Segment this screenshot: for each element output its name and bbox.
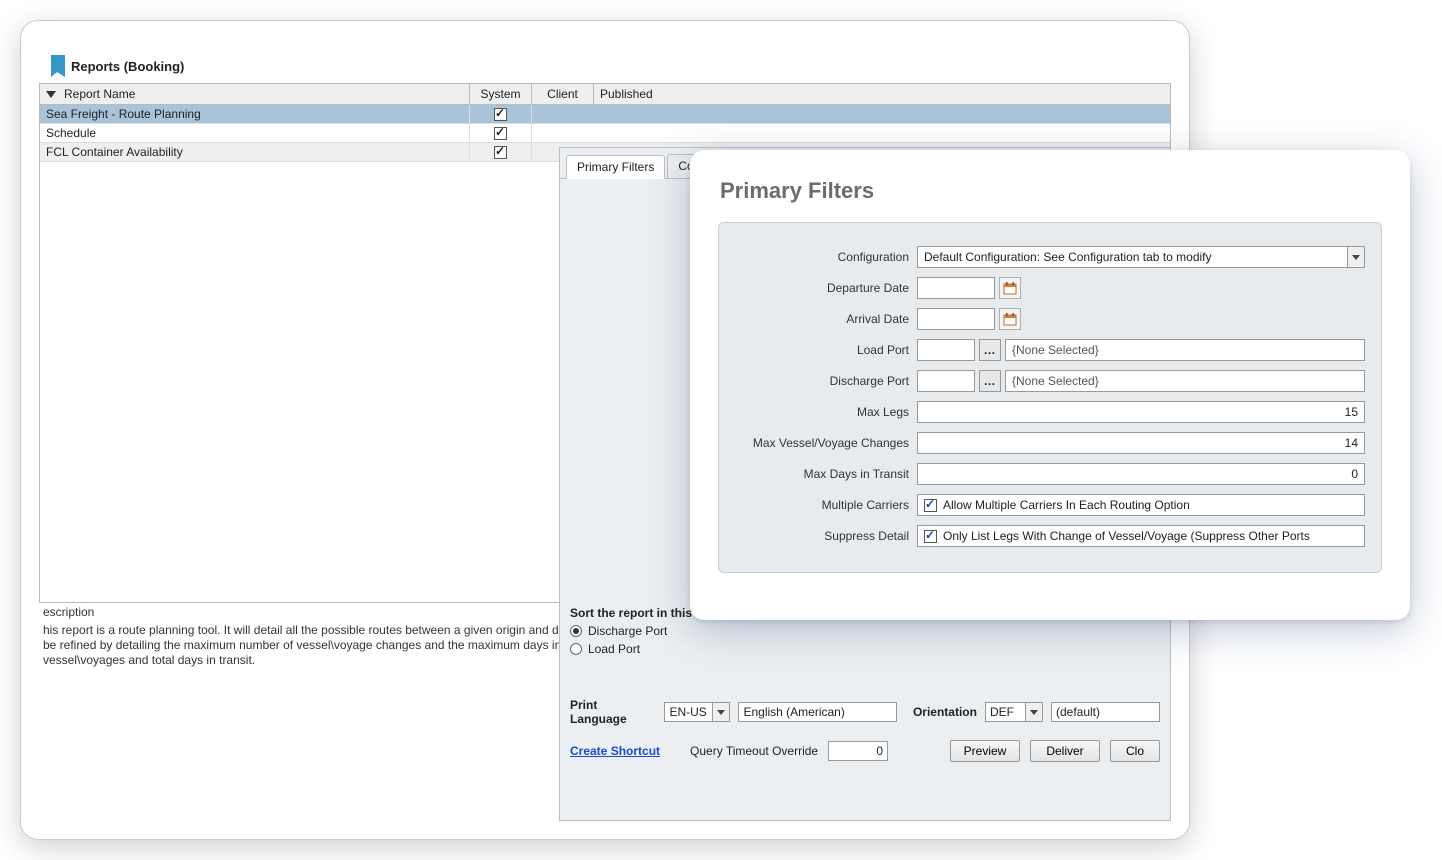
label-max-vv: Max Vessel/Voyage Changes (735, 436, 917, 450)
row-system-check (470, 124, 532, 142)
close-button[interactable]: Clo (1110, 740, 1160, 762)
orientation-dropdown[interactable]: DEF (985, 702, 1043, 722)
sort-load-port[interactable]: Load Port (570, 642, 1160, 656)
checkbox-icon (494, 146, 507, 159)
label-suppress-detail: Suppress Detail (735, 529, 917, 543)
create-shortcut-link[interactable]: Create Shortcut (570, 744, 660, 758)
multiple-carriers-checkbox[interactable]: Allow Multiple Carriers In Each Routing … (917, 494, 1365, 516)
flag-icon (51, 55, 65, 77)
load-port-code-input[interactable] (917, 339, 975, 361)
max-legs-input[interactable]: 15 (917, 401, 1365, 423)
row-name: Schedule (40, 124, 470, 142)
radio-icon (570, 625, 582, 637)
label-arrival-date: Arrival Date (735, 312, 917, 326)
orientation-name-field[interactable]: (default) (1051, 702, 1160, 722)
qto-input[interactable]: 0 (828, 741, 888, 761)
table-header: Report Name System Client Published (40, 84, 1170, 105)
discharge-port-name-field[interactable]: {None Selected} (1005, 370, 1365, 392)
checkbox-icon (494, 108, 507, 121)
col-client[interactable]: Client (532, 84, 594, 104)
checkbox-icon (494, 127, 507, 140)
arrival-date-input[interactable] (917, 308, 995, 330)
max-vv-input[interactable]: 14 (917, 432, 1365, 454)
page-title: Reports (Booking) (71, 59, 184, 74)
label-load-port: Load Port (735, 343, 917, 357)
checkbox-icon (924, 499, 937, 512)
sort-desc-icon (46, 91, 56, 98)
filters-form: Configuration Default Configuration: See… (718, 222, 1382, 573)
checkbox-icon (924, 530, 937, 543)
suppress-detail-checkbox[interactable]: Only List Legs With Change of Vessel/Voy… (917, 525, 1365, 547)
qto-label: Query Timeout Override (690, 744, 818, 758)
row-name: FCL Container Availability (40, 143, 470, 161)
page-header: Reports (Booking) (39, 51, 1171, 83)
col-published[interactable]: Published (594, 84, 656, 104)
chevron-down-icon (1025, 702, 1043, 722)
ellipsis-button[interactable]: … (979, 370, 1001, 392)
calendar-icon[interactable] (999, 277, 1021, 299)
print-language-label: Print Language (570, 698, 656, 726)
tab-primary-filters[interactable]: Primary Filters (566, 155, 665, 179)
configuration-dropdown[interactable]: Default Configuration: See Configuration… (917, 246, 1365, 268)
deliver-button[interactable]: Deliver (1030, 740, 1100, 762)
lang-name-field[interactable]: English (American) (738, 702, 897, 722)
row-system-check (470, 105, 532, 123)
max-dit-input[interactable]: 0 (917, 463, 1365, 485)
col-system[interactable]: System (470, 84, 532, 104)
chevron-down-icon (1347, 246, 1365, 268)
load-port-name-field[interactable]: {None Selected} (1005, 339, 1365, 361)
sort-discharge-port[interactable]: Discharge Port (570, 624, 1160, 638)
label-multiple-carriers: Multiple Carriers (735, 498, 917, 512)
preview-button[interactable]: Preview (950, 740, 1020, 762)
action-bar: Create Shortcut Query Timeout Override 0… (570, 740, 1160, 762)
label-max-legs: Max Legs (735, 405, 917, 419)
chevron-down-icon (712, 702, 730, 722)
departure-date-input[interactable] (917, 277, 995, 299)
row-name: Sea Freight - Route Planning (40, 105, 470, 123)
row-system-check (470, 143, 532, 161)
primary-filters-popup: Primary Filters Configuration Default Co… (690, 150, 1410, 620)
radio-label: Load Port (588, 642, 640, 656)
calendar-icon[interactable] (999, 308, 1021, 330)
discharge-port-code-input[interactable] (917, 370, 975, 392)
popup-title: Primary Filters (720, 178, 1382, 204)
orientation-label: Orientation (913, 705, 977, 719)
ellipsis-button[interactable]: … (979, 339, 1001, 361)
print-bar: Print Language EN-US English (American) … (570, 698, 1160, 726)
label-configuration: Configuration (735, 250, 917, 264)
col-report-name[interactable]: Report Name (40, 84, 470, 104)
label-departure-date: Departure Date (735, 281, 917, 295)
table-row[interactable]: Schedule (40, 124, 1170, 143)
table-row[interactable]: Sea Freight - Route Planning (40, 105, 1170, 124)
label-discharge-port: Discharge Port (735, 374, 917, 388)
label-max-dit: Max Days in Transit (735, 467, 917, 481)
radio-icon (570, 643, 582, 655)
radio-label: Discharge Port (588, 624, 667, 638)
lang-code-dropdown[interactable]: EN-US (664, 702, 730, 722)
